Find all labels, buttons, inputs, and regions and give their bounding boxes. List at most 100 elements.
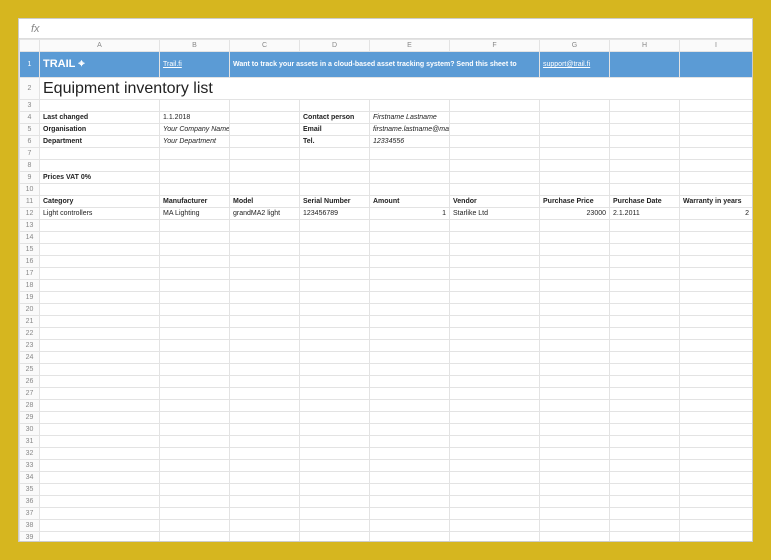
cell[interactable] bbox=[610, 388, 680, 400]
cell[interactable] bbox=[40, 292, 160, 304]
col-model[interactable]: Model bbox=[230, 196, 300, 208]
cell[interactable] bbox=[300, 472, 370, 484]
row-header[interactable]: 18 bbox=[20, 280, 40, 292]
cell[interactable] bbox=[160, 508, 230, 520]
cell[interactable] bbox=[160, 328, 230, 340]
cell[interactable] bbox=[40, 472, 160, 484]
col-header-D[interactable]: D bbox=[300, 40, 370, 52]
col-amount[interactable]: Amount bbox=[370, 196, 450, 208]
cell[interactable] bbox=[40, 256, 160, 268]
cell[interactable] bbox=[680, 160, 753, 172]
row-header[interactable]: 37 bbox=[20, 508, 40, 520]
row-header[interactable]: 23 bbox=[20, 340, 40, 352]
cell[interactable] bbox=[680, 484, 753, 496]
vat-note[interactable]: Prices VAT 0% bbox=[40, 172, 160, 184]
row-header[interactable]: 21 bbox=[20, 316, 40, 328]
cell[interactable] bbox=[160, 496, 230, 508]
cell[interactable] bbox=[450, 508, 540, 520]
cell[interactable] bbox=[230, 340, 300, 352]
cell[interactable] bbox=[230, 364, 300, 376]
select-all-corner[interactable] bbox=[20, 40, 40, 52]
cell[interactable] bbox=[300, 436, 370, 448]
col-vendor[interactable]: Vendor bbox=[450, 196, 540, 208]
cell[interactable] bbox=[40, 412, 160, 424]
cell[interactable] bbox=[610, 184, 680, 196]
row-header[interactable]: 29 bbox=[20, 412, 40, 424]
cell[interactable] bbox=[160, 304, 230, 316]
cell[interactable] bbox=[160, 436, 230, 448]
cell[interactable] bbox=[540, 352, 610, 364]
cell[interactable] bbox=[370, 328, 450, 340]
cell[interactable] bbox=[230, 232, 300, 244]
cell[interactable] bbox=[680, 232, 753, 244]
cell[interactable] bbox=[610, 172, 680, 184]
cell[interactable] bbox=[160, 424, 230, 436]
row-header[interactable]: 15 bbox=[20, 244, 40, 256]
cell-vendor[interactable]: Starlike Ltd bbox=[450, 208, 540, 220]
col-header-G[interactable]: G bbox=[540, 40, 610, 52]
row-header[interactable]: 30 bbox=[20, 424, 40, 436]
cell[interactable] bbox=[300, 268, 370, 280]
cell[interactable] bbox=[230, 160, 300, 172]
cell[interactable] bbox=[540, 364, 610, 376]
cell[interactable] bbox=[160, 172, 230, 184]
row-header[interactable]: 12 bbox=[20, 208, 40, 220]
cell[interactable] bbox=[610, 268, 680, 280]
cell[interactable] bbox=[230, 124, 300, 136]
cell[interactable] bbox=[160, 520, 230, 532]
cell[interactable] bbox=[230, 532, 300, 542]
org-value[interactable]: Your Company Name bbox=[160, 124, 230, 136]
cell[interactable] bbox=[40, 280, 160, 292]
cell[interactable] bbox=[540, 232, 610, 244]
cell[interactable] bbox=[540, 460, 610, 472]
cell[interactable] bbox=[610, 292, 680, 304]
cell[interactable] bbox=[450, 256, 540, 268]
cell[interactable] bbox=[40, 352, 160, 364]
cell[interactable] bbox=[370, 172, 450, 184]
cell[interactable] bbox=[300, 364, 370, 376]
cell-date[interactable]: 2.1.2011 bbox=[610, 208, 680, 220]
cell[interactable] bbox=[680, 184, 753, 196]
col-price[interactable]: Purchase Price bbox=[540, 196, 610, 208]
col-header-E[interactable]: E bbox=[370, 40, 450, 52]
last-changed-label[interactable]: Last changed bbox=[40, 112, 160, 124]
cell[interactable] bbox=[230, 376, 300, 388]
cell[interactable] bbox=[230, 484, 300, 496]
cell[interactable] bbox=[610, 400, 680, 412]
cell[interactable] bbox=[540, 124, 610, 136]
cell[interactable] bbox=[540, 424, 610, 436]
row-header[interactable]: 28 bbox=[20, 400, 40, 412]
cell[interactable] bbox=[370, 388, 450, 400]
tel-label[interactable]: Tel. bbox=[300, 136, 370, 148]
cell[interactable] bbox=[300, 448, 370, 460]
cell[interactable] bbox=[370, 352, 450, 364]
cell[interactable] bbox=[160, 448, 230, 460]
tel-value[interactable]: 12334556 bbox=[370, 136, 450, 148]
cell[interactable] bbox=[540, 256, 610, 268]
cell[interactable] bbox=[230, 400, 300, 412]
cell[interactable] bbox=[680, 52, 753, 78]
contact-label[interactable]: Contact person bbox=[300, 112, 370, 124]
cell[interactable] bbox=[40, 460, 160, 472]
cell[interactable] bbox=[610, 244, 680, 256]
cell[interactable] bbox=[370, 340, 450, 352]
cell[interactable] bbox=[680, 352, 753, 364]
cell[interactable] bbox=[40, 184, 160, 196]
cell[interactable] bbox=[300, 496, 370, 508]
cell[interactable] bbox=[610, 136, 680, 148]
cell-warranty[interactable]: 2 bbox=[680, 208, 753, 220]
col-header-H[interactable]: H bbox=[610, 40, 680, 52]
cell[interactable] bbox=[230, 436, 300, 448]
cell[interactable] bbox=[300, 376, 370, 388]
cell[interactable] bbox=[160, 376, 230, 388]
cell[interactable] bbox=[610, 412, 680, 424]
formula-input[interactable] bbox=[59, 19, 752, 38]
row-header[interactable]: 24 bbox=[20, 352, 40, 364]
cell[interactable] bbox=[610, 304, 680, 316]
cell[interactable] bbox=[300, 256, 370, 268]
cell[interactable] bbox=[540, 100, 610, 112]
cell[interactable] bbox=[370, 412, 450, 424]
cell[interactable] bbox=[680, 100, 753, 112]
col-header-C[interactable]: C bbox=[230, 40, 300, 52]
cell[interactable] bbox=[160, 184, 230, 196]
